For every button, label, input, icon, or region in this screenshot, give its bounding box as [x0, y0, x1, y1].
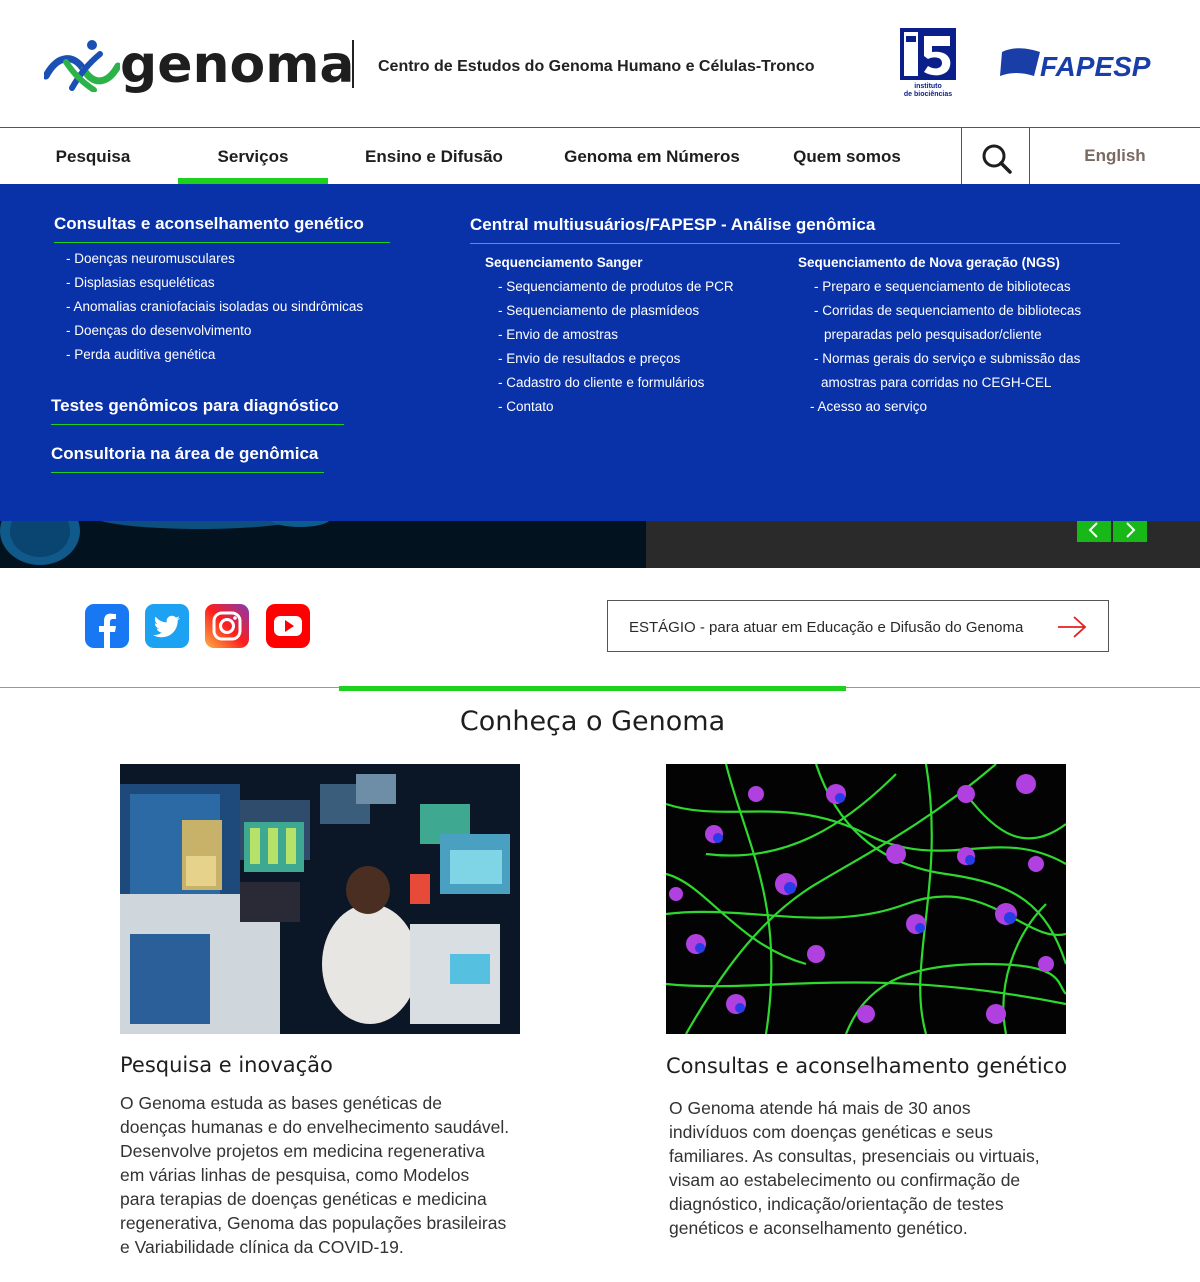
card-text-line: para terapias de doenças genéticas e med…	[120, 1189, 487, 1209]
menu-link-anomalias[interactable]: - Anomalias craniofaciais isoladas ou si…	[66, 295, 363, 319]
section-divider-accent	[339, 686, 846, 691]
menu-link-doencas-neuromusculares[interactable]: - Doenças neuromusculares	[66, 247, 235, 271]
nav-item-quem-somos[interactable]: Quem somos	[780, 128, 914, 184]
card-text-line: diagnóstico, indicação/orientação de tes…	[669, 1194, 1004, 1214]
card-text-line: indivíduos com doenças genéticas e seus	[669, 1122, 993, 1142]
card-text-line: O Genoma atende há mais de 30 anos	[669, 1098, 971, 1118]
menu-link-doencas-desenvolvimento[interactable]: - Doenças do desenvolvimento	[66, 319, 251, 343]
twitter-link[interactable]	[145, 604, 189, 648]
card-text-line: regenerativa, Genoma das populações bras…	[120, 1213, 507, 1233]
menu-link-corridas-bibliotecas-cont[interactable]: preparadas pelo pesquisador/cliente	[824, 323, 1042, 347]
hero-next-button[interactable]	[1113, 521, 1147, 542]
card-title-pesquisa[interactable]: Pesquisa e inovação	[120, 1053, 333, 1077]
hero-image	[0, 521, 646, 568]
menu-link-acesso-servico[interactable]: - Acesso ao serviço	[810, 395, 927, 419]
fapesp-logo[interactable]: FAPESP	[1000, 46, 1158, 82]
menu-link-displasias[interactable]: - Displasias esqueléticas	[66, 271, 215, 295]
card-text-line: visam ao estabelecimento ou confirmação …	[669, 1170, 1021, 1190]
main-nav: Pesquisa Serviços Ensino e Difusão Genom…	[0, 127, 1200, 185]
estagio-label: ESTÁGIO - para atuar em Educação e Difus…	[629, 619, 1024, 636]
logo-wordmark: genoma	[120, 35, 355, 95]
section-title: Conheça o Genoma	[459, 706, 726, 737]
pesquisa-image[interactable]	[120, 764, 520, 1034]
card-text-line: O Genoma estuda as bases genéticas de	[120, 1093, 443, 1113]
hero-prev-button[interactable]	[1077, 521, 1111, 542]
svg-text:de biociências: de biociências	[904, 91, 952, 98]
card-text-line: genéticos e aconselhamento genético.	[669, 1218, 968, 1238]
search-icon	[982, 144, 1012, 174]
menu-link-envio-amostras[interactable]: - Envio de amostras	[498, 323, 618, 347]
card-text-line: Desenvolve projetos em medicina regenera…	[120, 1141, 485, 1161]
nav-item-ensino-difusao[interactable]: Ensino e Difusão	[350, 128, 518, 184]
card-text-line: em várias linhas de pesquisa, como Model…	[120, 1165, 470, 1185]
menu-link-pcr[interactable]: - Sequenciamento de produtos de PCR	[498, 275, 734, 299]
chevron-right-icon	[1126, 522, 1136, 538]
twitter-icon	[153, 615, 180, 638]
menu-link-envio-resultados[interactable]: - Envio de resultados e preços	[498, 347, 680, 371]
svg-text:FAPESP: FAPESP	[1040, 51, 1151, 82]
menu-subheading-sanger[interactable]: Sequenciamento Sanger	[485, 255, 643, 270]
facebook-icon	[99, 613, 116, 648]
nav-item-servicos[interactable]: Serviços	[178, 128, 328, 185]
menu-link-perda-auditiva[interactable]: - Perda auditiva genética	[66, 343, 215, 367]
nav-item-genoma-numeros[interactable]: Genoma em Números	[544, 128, 760, 184]
genoma-logo-mark-icon	[44, 40, 120, 92]
menu-link-plasmideos[interactable]: - Sequenciamento de plasmídeos	[498, 299, 699, 323]
menu-heading-consultoria[interactable]: Consultoria na área de genômica	[51, 444, 324, 473]
card-title-aconselhamento[interactable]: Consultas e aconselhamento genético	[666, 1054, 1067, 1078]
menu-link-corridas-bibliotecas[interactable]: - Corridas de sequenciamento de bibliote…	[814, 299, 1081, 323]
card-text-line: familiares. As consultas, presenciais ou…	[669, 1146, 1040, 1166]
header-separator	[352, 40, 354, 88]
language-english-link[interactable]: English	[1030, 128, 1200, 184]
card-text-line: e Variabilidade clínica da COVID-19.	[120, 1237, 404, 1257]
menu-heading-central[interactable]: Central multiusuários/FAPESP - Análise g…	[470, 215, 1120, 244]
menu-subheading-ngs[interactable]: Sequenciamento de Nova geração (NGS)	[798, 255, 1060, 270]
aconselhamento-image[interactable]	[666, 764, 1066, 1034]
site-tagline: Centro de Estudos do Genoma Humano e Cél…	[378, 58, 815, 75]
card-text-line: doenças humanas e do envelhecimento saud…	[120, 1117, 510, 1137]
card-text-aconselhamento: O Genoma atende há mais de 30 anos indiv…	[669, 1096, 1040, 1240]
genoma-logo[interactable]: genoma	[44, 32, 355, 100]
card-text-pesquisa: O Genoma estuda as bases genéticas de do…	[120, 1091, 509, 1259]
instagram-link[interactable]	[205, 604, 249, 648]
estagio-banner-link[interactable]: ESTÁGIO - para atuar em Educação e Difus…	[607, 600, 1109, 652]
servicos-mega-menu: Consultas e aconselhamento genético - Do…	[0, 184, 1200, 521]
search-button[interactable]	[961, 128, 1030, 185]
menu-link-normas-gerais-cont[interactable]: amostras para corridas no CEGH-CEL	[821, 371, 1051, 395]
svg-text:instituto: instituto	[914, 83, 942, 90]
menu-link-cadastro[interactable]: - Cadastro do cliente e formulários	[498, 371, 704, 395]
menu-link-preparo-bibliotecas[interactable]: - Preparo e sequenciamento de biblioteca…	[814, 275, 1071, 299]
menu-link-contato[interactable]: - Contato	[498, 395, 554, 419]
menu-heading-consultas[interactable]: Consultas e aconselhamento genético	[54, 214, 390, 243]
chevron-left-icon	[1088, 522, 1098, 538]
facebook-link[interactable]	[85, 604, 129, 648]
instituto-biociencias-logo[interactable]: instituto de biociências	[896, 26, 960, 98]
nav-item-pesquisa[interactable]: Pesquisa	[30, 128, 156, 184]
menu-link-normas-gerais[interactable]: - Normas gerais do serviço e submissão d…	[814, 347, 1080, 371]
site-header: genoma Centro de Estudos do Genoma Human…	[0, 0, 1200, 127]
instagram-icon	[212, 611, 242, 641]
youtube-icon	[274, 616, 302, 636]
youtube-link[interactable]	[266, 604, 310, 648]
menu-heading-testes[interactable]: Testes genômicos para diagnóstico	[51, 396, 344, 425]
arrow-right-icon	[1058, 616, 1087, 638]
